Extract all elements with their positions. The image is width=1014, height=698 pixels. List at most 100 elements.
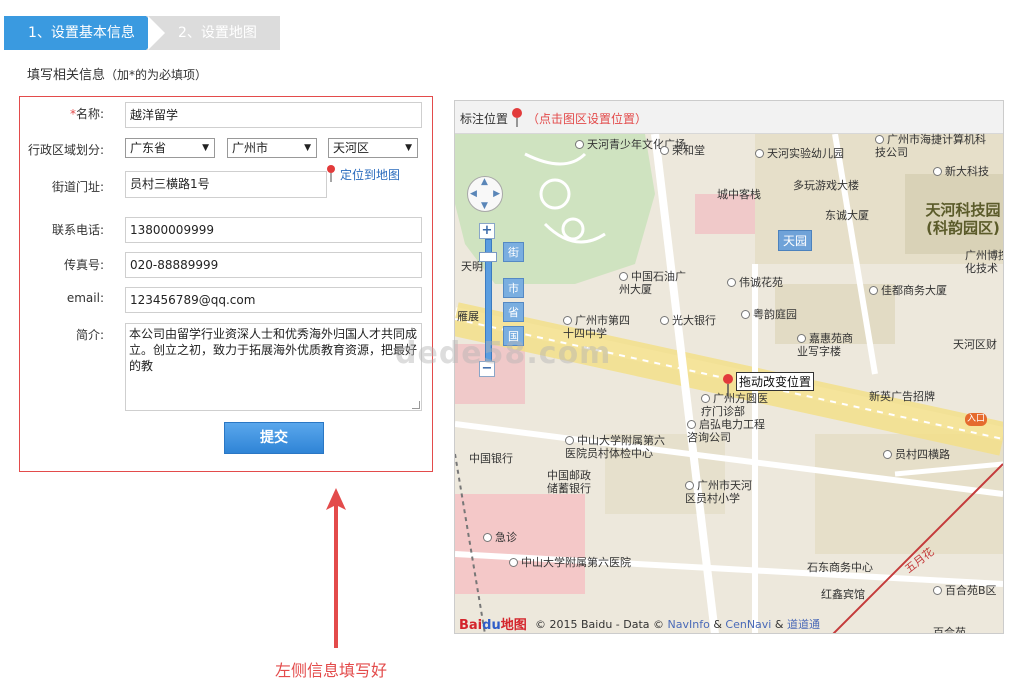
step-separator <box>148 16 165 50</box>
poi-icon <box>741 310 750 319</box>
map-label: 佳都商务大厦 <box>869 284 947 297</box>
map-label: 多玩游戏大楼 <box>793 179 859 192</box>
map-label: 伟诚花苑 <box>727 276 783 289</box>
poi-icon <box>563 316 572 325</box>
pan-down-icon[interactable]: ▼ <box>481 201 488 211</box>
step-basic-info[interactable]: 1、设置基本信息 <box>4 16 163 50</box>
navinfo-link[interactable]: NavInfo <box>668 618 710 631</box>
poi-icon <box>869 286 878 295</box>
resize-handle-icon[interactable] <box>412 401 420 409</box>
map-label: 中国邮政储蓄银行 <box>547 469 591 495</box>
cennavi-link[interactable]: CenNavi <box>725 618 771 631</box>
poi-icon <box>660 316 669 325</box>
poi-icon <box>727 278 736 287</box>
step-set-map[interactable]: 2、设置地图 <box>178 16 257 50</box>
map-label: 雁展 <box>457 310 479 323</box>
poi-icon <box>883 450 892 459</box>
zoom-in-button[interactable]: + <box>479 223 495 239</box>
map-header: 标注位置 （点击图区设置位置） <box>455 101 1003 134</box>
email-label: email: <box>66 291 104 305</box>
poi-icon <box>875 135 884 144</box>
map-label: 荣和堂 <box>660 144 705 157</box>
map-label: 天河区财 <box>953 338 997 351</box>
copyright-prefix: © 2015 Baidu - Data © <box>535 618 665 631</box>
required-note: （加*的为必填项） <box>105 68 208 82</box>
poi-icon <box>619 272 628 281</box>
map-entrance-label: 入口 <box>965 413 988 426</box>
annotation-text: 左侧信息填写好 <box>275 661 388 680</box>
poi-icon <box>687 420 696 429</box>
intro-text: 本公司由留学行业资深人士和优秀海外归国人才共同成立。创立之初，致力于拓展海外优质… <box>129 327 418 373</box>
map-label: 中国石油广州大厦 <box>619 270 686 296</box>
map-label: 嘉惠苑商业写字楼 <box>797 332 853 358</box>
map-label: 启弘电力工程咨询公司 <box>687 418 765 444</box>
submit-button[interactable]: 提交 <box>224 422 324 454</box>
email-input[interactable]: 123456789@qq.com <box>125 287 422 313</box>
map-label: 广州市天河区员村小学 <box>685 479 752 505</box>
poi-icon <box>565 436 574 445</box>
map-pan-control[interactable]: ▲ ▼ ◀ ▶ <box>467 176 503 212</box>
map-label: 石东商务中心 <box>807 561 873 574</box>
map-label: 新英广告招牌 <box>869 390 935 403</box>
fax-input[interactable]: 020-88889999 <box>125 252 422 278</box>
map-label: 广州市海捷计算机科技公司 <box>875 133 986 159</box>
map-label: 百合苑 <box>933 626 966 634</box>
poi-icon <box>933 167 942 176</box>
phone-label: 联系电话: <box>51 223 104 237</box>
copyright-sep: & <box>774 618 784 631</box>
pan-left-icon[interactable]: ◀ <box>470 189 477 199</box>
dropdown-arrow-icon: ▼ <box>202 143 209 153</box>
phone-input[interactable]: 13800009999 <box>125 217 422 243</box>
copyright-sep: & <box>713 618 722 631</box>
map-label: 员村四横路 <box>883 448 950 461</box>
locate-on-map-link[interactable]: 定位到地图 <box>327 165 401 183</box>
province-select[interactable]: 广东省 ▼ <box>125 138 215 158</box>
intro-textarea[interactable]: 本公司由留学行业资深人士和优秀海外归国人才共同成立。创立之初，致力于拓展海外优质… <box>125 323 422 411</box>
name-input[interactable]: 越洋留学 <box>125 102 422 128</box>
locate-link-text: 定位到地图 <box>340 168 401 182</box>
map-label: 天河实验幼儿园 <box>755 147 844 160</box>
name-label-text: 名称: <box>75 107 104 121</box>
city-select[interactable]: 广州市 ▼ <box>227 138 317 158</box>
map-label: 中国银行 <box>469 452 513 465</box>
poi-icon <box>660 146 669 155</box>
logo-ditu: 地图 <box>500 618 527 633</box>
zoom-level-province[interactable]: 省 <box>503 302 524 322</box>
poi-icon <box>755 149 764 158</box>
map-canvas[interactable]: 天河青少年文化广场 荣和堂 天河实验幼儿园 广州市海捷计算机科技公司 新大科技 … <box>455 133 1003 634</box>
dropdown-arrow-icon: ▼ <box>405 143 412 153</box>
map-label: 红鑫宾馆 <box>821 588 865 601</box>
watermark: dede58.com <box>395 336 612 371</box>
zoom-slider-handle[interactable] <box>479 252 497 262</box>
drag-marker-label[interactable]: 拖动改变位置 <box>736 372 815 391</box>
map-label: 急诊 <box>483 531 517 544</box>
poi-icon <box>685 481 694 490</box>
form-title: 填写相关信息（加*的为必填项） <box>27 64 207 83</box>
pan-right-icon[interactable]: ▶ <box>493 189 500 199</box>
map-label: 天河科技园(科韵园区) <box>925 201 1001 237</box>
zoom-level-street[interactable]: 街 <box>503 242 524 262</box>
region-label: 行政区域划分: <box>27 143 104 157</box>
map-label: 中山大学附属第六医院 <box>509 556 631 569</box>
poi-icon <box>509 558 518 567</box>
logo-bai: Bai <box>459 618 483 633</box>
map-header-title: 标注位置 <box>460 112 509 126</box>
map-label: 中山大学附属第六医院员村体检中心 <box>565 434 665 460</box>
street-label: 街道门址: <box>51 180 104 194</box>
poi-icon <box>701 394 710 403</box>
map-label: 光大银行 <box>660 314 716 327</box>
street-input[interactable]: 员村三横路1号 <box>125 171 327 198</box>
annotation-arrow-icon <box>326 488 346 648</box>
pan-up-icon[interactable]: ▲ <box>481 177 488 187</box>
form-title-text: 填写相关信息 <box>27 68 106 83</box>
logo-du: du <box>482 618 501 633</box>
map-label: 广州博控化技术 <box>965 249 1003 275</box>
city-value: 广州市 <box>232 141 269 155</box>
intro-label: 简介: <box>75 328 104 342</box>
zoom-level-city[interactable]: 市 <box>503 278 524 298</box>
poi-icon <box>575 140 584 149</box>
district-select[interactable]: 天河区 ▼ <box>328 138 418 158</box>
map-pin-icon <box>327 165 335 182</box>
baidu-map-logo: Baidu地图 <box>459 614 527 633</box>
daodaotong-link[interactable]: 道道通 <box>787 618 820 631</box>
